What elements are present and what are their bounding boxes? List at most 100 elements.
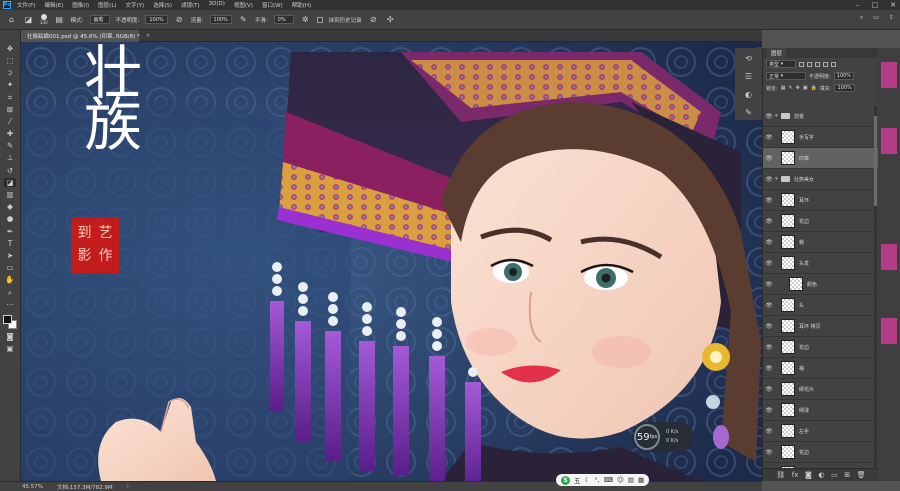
quick-mask-icon[interactable]: ◙	[4, 332, 16, 341]
moon-icon[interactable]: ☾	[585, 476, 591, 484]
layer-row[interactable]: 👁 帽	[763, 232, 879, 253]
hand-tool-icon[interactable]: ✋	[4, 276, 16, 285]
layers-scrollbar[interactable]	[874, 106, 877, 468]
panel-thumb[interactable]	[881, 318, 897, 344]
workspace-icon[interactable]: ▭	[873, 14, 879, 22]
visibility-eye-icon[interactable]: 👁	[763, 365, 775, 372]
new-group-icon[interactable]: ▭	[831, 471, 838, 479]
foreground-color[interactable]	[3, 315, 12, 325]
layer-thumbnail[interactable]	[781, 214, 795, 228]
pressure-opacity-icon[interactable]: ⊘	[174, 14, 185, 25]
visibility-eye-icon[interactable]: 👁	[763, 281, 775, 288]
layer-name[interactable]: 手写字	[799, 134, 814, 141]
lock-artboard-icon[interactable]: ▣	[803, 85, 808, 91]
layer-name[interactable]: 壮族美女	[794, 176, 814, 183]
visibility-eye-icon[interactable]: 👁	[763, 386, 775, 393]
layer-thumbnail[interactable]	[781, 256, 795, 270]
gradient-tool-icon[interactable]: ▥	[4, 190, 16, 199]
layer-thumbnail[interactable]	[781, 235, 795, 249]
keyboard-icon[interactable]: ⌨	[604, 476, 613, 484]
healing-brush-icon[interactable]: ✚	[4, 129, 16, 138]
more-tools-icon[interactable]: ⋯	[4, 300, 16, 309]
layer-thumbnail[interactable]	[781, 445, 795, 459]
layer-style-icon[interactable]: fx	[792, 471, 799, 479]
menu-item[interactable]: 文字(Y)	[126, 1, 145, 9]
path-selection-icon[interactable]: ➤	[4, 251, 16, 260]
layer-thumbnail[interactable]	[789, 277, 803, 291]
status-arrow-icon[interactable]: ›	[127, 484, 129, 490]
blend-mode-select[interactable]: 正常 ▾	[766, 72, 806, 80]
ime-mode[interactable]: 五	[574, 475, 581, 485]
layer-row[interactable]: 👁 花边	[763, 337, 879, 358]
emoji-icon[interactable]: ☺	[617, 476, 624, 484]
menu-item[interactable]: 编辑(E)	[44, 1, 63, 9]
lock-position-icon[interactable]: ✥	[796, 85, 800, 91]
pressure-size-icon[interactable]: ⊘	[368, 14, 379, 25]
eraser-tool-icon[interactable]: ◪	[4, 178, 16, 188]
menu-item[interactable]: 选择(S)	[153, 1, 172, 9]
properties-panel-icon[interactable]: ☰	[744, 72, 754, 82]
move-tool-icon[interactable]: ✥	[4, 44, 16, 53]
filter-pixel-icon[interactable]	[799, 61, 804, 67]
blur-tool-icon[interactable]: ◆	[4, 202, 16, 211]
type-tool-icon[interactable]: T	[4, 239, 16, 248]
shape-tool-icon[interactable]: ▭	[4, 263, 16, 272]
gear-icon[interactable]: ✲	[300, 14, 311, 25]
layer-filter-type[interactable]: 类型 ▾	[766, 60, 796, 68]
visibility-eye-icon[interactable]: 👁	[763, 113, 775, 120]
symmetry-icon[interactable]: ✣	[385, 14, 396, 25]
layer-thumbnail[interactable]	[781, 151, 795, 165]
adjustments-panel-icon[interactable]: ◐	[744, 90, 754, 100]
visibility-eye-icon[interactable]: 👁	[763, 323, 775, 330]
layer-thumbnail[interactable]	[781, 424, 795, 438]
home-icon[interactable]: ⌂	[6, 14, 17, 25]
layer-row[interactable]: 👁 耳环 拷贝	[763, 316, 879, 337]
add-mask-icon[interactable]: ◙	[805, 471, 812, 479]
brush-tool-icon[interactable]: ✎	[4, 142, 16, 151]
layer-group-row[interactable]: 👁 ▾ 前景	[763, 106, 879, 127]
flow-field[interactable]: 100%	[209, 15, 232, 24]
maximize-icon[interactable]: □	[872, 1, 879, 9]
layer-name[interactable]: 绣花片	[799, 386, 814, 393]
layer-row[interactable]: 👁 袖	[763, 358, 879, 379]
layer-row[interactable]: 👁 绣球	[763, 400, 879, 421]
menu-item[interactable]: 图像(I)	[72, 1, 89, 9]
screen-mode-icon[interactable]: ▣	[4, 345, 16, 354]
layers-tab[interactable]: 图层	[767, 48, 787, 58]
brush-preset-picker[interactable]: 330	[40, 14, 48, 25]
layer-thumbnail[interactable]	[781, 319, 795, 333]
visibility-eye-icon[interactable]: 👁	[763, 344, 775, 351]
layer-name[interactable]: 前景	[794, 113, 804, 120]
visibility-eye-icon[interactable]: 👁	[763, 449, 775, 456]
visibility-eye-icon[interactable]: 👁	[763, 428, 775, 435]
layer-name[interactable]: 耳环 拷贝	[799, 323, 821, 330]
brush-panel-icon[interactable]: ✎	[744, 108, 754, 118]
menu-item[interactable]: 文件(F)	[17, 1, 35, 9]
visibility-eye-icon[interactable]: 👁	[763, 176, 775, 183]
history-panel-icon[interactable]: ⟲	[744, 54, 754, 64]
eraser-tool-icon[interactable]: ◪	[23, 14, 34, 25]
panel-thumb[interactable]	[881, 62, 897, 88]
filter-type-icon[interactable]	[815, 61, 820, 67]
layer-name[interactable]: 帽	[799, 239, 804, 246]
layer-name[interactable]: 袖	[799, 365, 804, 372]
history-brush-icon[interactable]: ↺	[4, 166, 16, 175]
layer-name[interactable]: 头发	[799, 260, 809, 267]
canvas[interactable]: 壮族 到 艺 影 作	[21, 42, 762, 481]
layer-row[interactable]: 👁 颜色	[763, 274, 879, 295]
brush-settings-icon[interactable]: ▤	[54, 14, 65, 25]
layer-thumbnail[interactable]	[781, 130, 795, 144]
opacity-field[interactable]: 100%	[145, 15, 168, 24]
visibility-eye-icon[interactable]: 👁	[763, 134, 775, 141]
frame-tool-icon[interactable]: ⊠	[4, 105, 16, 114]
close-icon[interactable]: ✕	[890, 1, 896, 9]
layer-opacity-field[interactable]: 100%	[833, 72, 854, 80]
visibility-eye-icon[interactable]: 👁	[763, 197, 775, 204]
adjustment-layer-icon[interactable]: ◐	[818, 471, 824, 479]
layer-name[interactable]: 花边	[799, 218, 809, 225]
layer-group-row[interactable]: 👁 ▾ 壮族美女	[763, 169, 879, 190]
layer-name[interactable]: 头	[799, 302, 804, 309]
layer-thumbnail[interactable]	[781, 382, 795, 396]
new-layer-icon[interactable]: ⊞	[844, 471, 850, 479]
layer-thumbnail[interactable]	[781, 403, 795, 417]
